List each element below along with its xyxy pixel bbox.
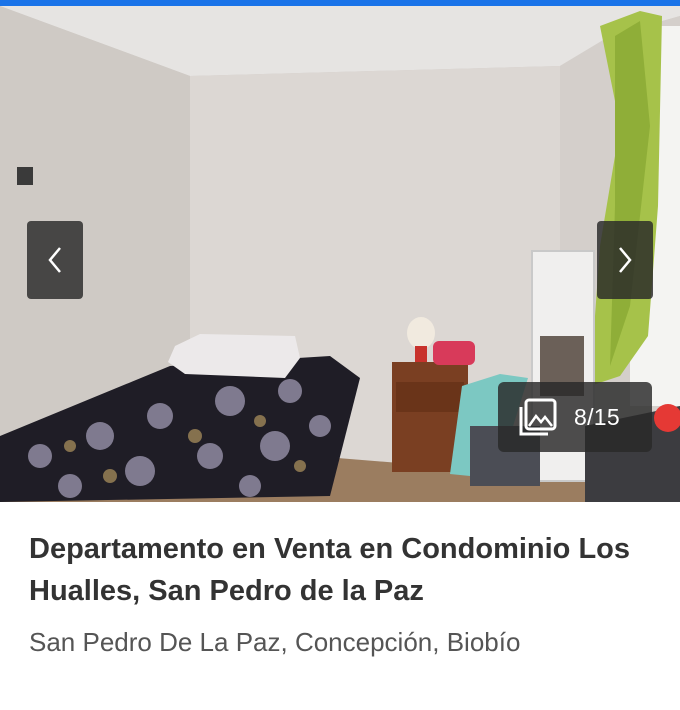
listing-location: San Pedro De La Paz, Concepción, Biobío [29,627,521,657]
listing-info: Departamento en Venta en Condominio Los … [29,528,659,658]
chevron-left-icon [48,247,61,273]
photo-gallery[interactable]: 8/15 [0,6,680,502]
listing-title: Departamento en Venta en Condominio Los … [29,533,631,607]
photo-counter: 8/15 [574,403,620,430]
image-gallery-icon [519,398,557,436]
next-photo-button[interactable] [597,221,653,299]
photo-counter-button[interactable]: 8/15 [498,382,652,452]
chevron-right-icon [619,247,632,273]
previous-photo-button[interactable] [27,221,83,299]
